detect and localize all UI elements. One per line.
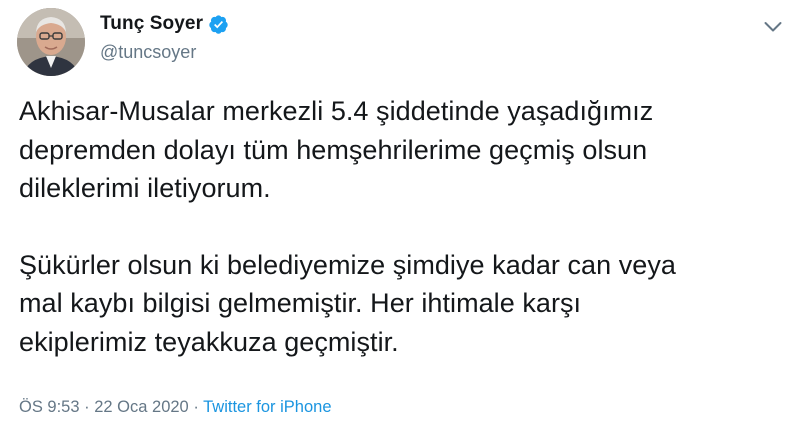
tweet-metadata: ÖS 9:53 · 22 Oca 2020 · Twitter for iPho… [19, 398, 332, 417]
display-name[interactable]: Tunç Soyer [100, 13, 203, 35]
tweet-line: Akhisar-Musalar merkezli 5.4 şiddetinde … [19, 96, 654, 126]
tweet-card: Tunç Soyer @tuncsoyer Akhisar-Musalar me… [0, 0, 800, 432]
tweet-time[interactable]: ÖS 9:53 [19, 398, 80, 416]
tweet-line: depremden dolayı tüm hemşehrilerime geçm… [19, 134, 648, 165]
user-header: Tunç Soyer @tuncsoyer [100, 12, 229, 63]
tweet-paragraph: Akhisar-Musalar merkezli 5.4 şiddetinde … [19, 92, 789, 208]
tweet-source-link[interactable]: Twitter for iPhone [203, 398, 331, 416]
tweet-line: mal kaybı bilgisi gelmemiştir. Her ihtim… [19, 288, 582, 318]
tweet-paragraph: Şükürler olsun ki belediyemize şimdiye k… [19, 246, 789, 362]
tweet-date[interactable]: 22 Oca 2020 [94, 398, 189, 416]
meta-separator: · [193, 398, 199, 416]
tweet-text: Akhisar-Musalar merkezli 5.4 şiddetinde … [19, 92, 789, 361]
tweet-line: ekiplerimiz teyakkuza geçmiştir. [19, 326, 399, 357]
user-handle[interactable]: @tuncsoyer [100, 42, 229, 63]
verified-badge-icon [208, 14, 229, 35]
meta-separator: · [84, 398, 90, 416]
tweet-line: Şükürler olsun ki belediyemize şimdiye k… [19, 249, 676, 280]
avatar[interactable] [17, 8, 85, 76]
chevron-down-icon[interactable] [764, 20, 782, 32]
tweet-line: dileklerimi iletiyorum. [19, 173, 271, 203]
